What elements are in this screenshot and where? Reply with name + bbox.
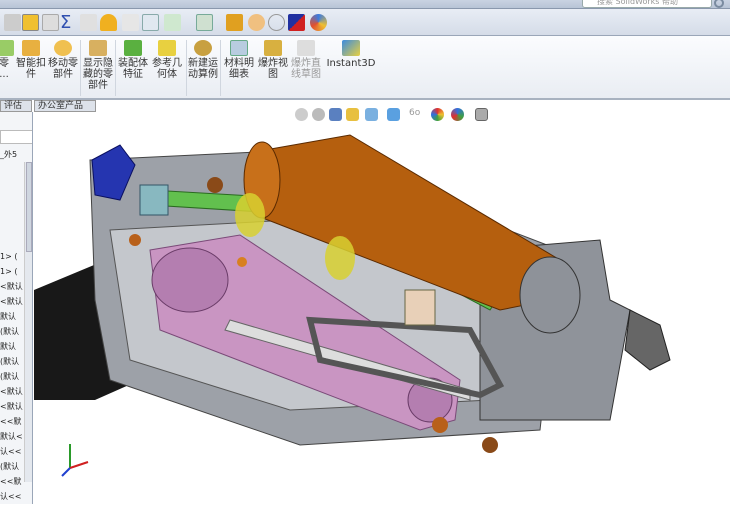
search-icon[interactable]: [714, 0, 724, 8]
ribbon-reference-geometry[interactable]: 参考几 何体: [152, 40, 182, 80]
label: 显示隐 藏的零 部件: [83, 58, 113, 91]
label: 智能扣 件: [16, 58, 46, 80]
ribbon-show-hidden[interactable]: 显示隐 藏的零 部件: [83, 40, 113, 91]
label: 爆炸视 图: [258, 58, 288, 80]
previous-view-icon[interactable]: [329, 108, 342, 121]
ribbon-item-0[interactable]: 零 ...: [0, 40, 14, 80]
tree-item[interactable]: 默认: [0, 312, 16, 321]
command-toolbar: Σ: [0, 9, 730, 36]
bell-icon[interactable]: [100, 14, 117, 31]
feature-manager-tree: _外5 1> (1> (<默认 <默认 默认 (默认 默认 (默认 (默认 <默认 <默认 <<默默…: [0, 112, 33, 504]
interference-icon[interactable]: [80, 14, 97, 31]
tree-item[interactable]: <<默: [0, 477, 21, 486]
reference-icon[interactable]: [4, 14, 21, 31]
tree-item[interactable]: 1> (: [0, 267, 17, 276]
bracket-block: [404, 289, 436, 326]
bolt: [207, 177, 223, 193]
tab-office-products[interactable]: 办公室产品: [34, 100, 96, 112]
hide-show-icon[interactable]: 6o: [409, 108, 422, 121]
pulley-large: [151, 247, 229, 313]
bolt: [129, 234, 141, 246]
clearance-icon[interactable]: [122, 14, 139, 31]
rotate-icon[interactable]: [226, 14, 243, 31]
coupling: [235, 193, 265, 237]
tree-item[interactable]: 默认<: [0, 432, 23, 441]
ribbon-assembly-features[interactable]: 装配体 特征: [118, 40, 148, 80]
ribbon-explode-line-sketch[interactable]: 爆炸直 线草图: [290, 40, 322, 80]
tree-item[interactable]: 1> (: [0, 252, 17, 261]
nozzle: [624, 309, 671, 371]
ribbon-instant3d[interactable]: Instant3D: [326, 40, 376, 69]
ribbon-move-component[interactable]: 移动零 部件: [48, 40, 78, 80]
tree-item[interactable]: <<默: [0, 417, 21, 426]
divider: [80, 40, 81, 96]
tree-item[interactable]: 认<<: [0, 492, 21, 501]
label: 零 ...: [0, 58, 9, 80]
sensor-icon[interactable]: [164, 14, 181, 31]
divider: [220, 40, 221, 96]
tree-item[interactable]: <默认: [0, 282, 23, 291]
ribbon-bom[interactable]: 材料明 细表: [224, 40, 254, 80]
label: 新建运 动算例: [188, 58, 218, 80]
scene-icon[interactable]: [451, 108, 464, 121]
label: 爆炸直 线草图: [291, 58, 321, 80]
appearance-icon[interactable]: [248, 14, 265, 31]
command-tabs: 评估 办公室产品: [0, 100, 100, 112]
label: 装配体 特征: [118, 58, 148, 80]
color-icon[interactable]: [288, 14, 305, 31]
tree-item[interactable]: (默认: [0, 357, 19, 366]
edit-appearance-icon[interactable]: [431, 108, 444, 121]
tree-item[interactable]: <默认: [0, 402, 23, 411]
tab-evaluate[interactable]: 评估: [0, 100, 32, 112]
view-orientation-icon[interactable]: [365, 108, 378, 121]
ribbon: 零 ... 智能扣 件 移动零 部件 显示隐 藏的零 部件 装配体 特征 参考几…: [0, 36, 730, 100]
bolt: [237, 257, 247, 267]
cyan-block: [139, 184, 169, 216]
tree-item[interactable]: 认<<: [0, 447, 21, 456]
hole-icon[interactable]: [142, 14, 159, 31]
tree-item[interactable]: 默认: [0, 342, 16, 351]
section-view-icon[interactable]: [346, 108, 359, 121]
check-icon[interactable]: [22, 14, 39, 31]
ribbon-exploded-view[interactable]: 爆炸视 图: [258, 40, 288, 80]
tree-item[interactable]: <默认: [0, 297, 23, 306]
tree-item[interactable]: (默认: [0, 372, 19, 381]
zoom-fit-icon[interactable]: [295, 108, 308, 121]
divider: [115, 40, 116, 96]
graphics-area[interactable]: [34, 112, 730, 504]
label: 参考几 何体: [152, 58, 182, 80]
tree-item[interactable]: <默认: [0, 387, 23, 396]
tree-scrollbar[interactable]: [24, 162, 32, 482]
check-circle-icon[interactable]: [268, 14, 285, 31]
label: Instant3D: [326, 58, 376, 69]
motor-housing: [519, 256, 581, 334]
ribbon-new-motion-study[interactable]: 新建运 动算例: [188, 40, 218, 80]
divider: [186, 40, 187, 96]
display-style-icon[interactable]: [387, 108, 400, 121]
sigma-icon[interactable]: Σ: [60, 14, 77, 32]
bolt: [432, 417, 448, 433]
tree-filter[interactable]: [0, 130, 32, 144]
zoom-area-icon[interactable]: [312, 108, 325, 121]
render-icon[interactable]: [310, 14, 327, 31]
label: 材料明 细表: [224, 58, 254, 80]
search-help-input[interactable]: 搜索 SolidWorks 帮助: [582, 0, 712, 8]
tree-item[interactable]: (默认: [0, 462, 19, 471]
bolt: [482, 437, 498, 453]
title-bar: 搜索 SolidWorks 帮助: [0, 0, 730, 9]
ribbon-smart-fastener[interactable]: 智能扣 件: [16, 40, 46, 80]
coordinate-triad: [58, 440, 94, 483]
tree-item[interactable]: _外5: [0, 150, 17, 159]
view-settings-icon[interactable]: [475, 108, 488, 121]
coupling: [325, 236, 355, 280]
tree-item[interactable]: (默认: [0, 327, 19, 336]
table-icon[interactable]: [196, 14, 213, 31]
assembly-model[interactable]: [34, 112, 730, 504]
check-gray-icon[interactable]: [42, 14, 59, 31]
triad-icon: [61, 444, 89, 477]
label: 移动零 部件: [48, 58, 78, 80]
scroll-thumb[interactable]: [26, 162, 32, 252]
